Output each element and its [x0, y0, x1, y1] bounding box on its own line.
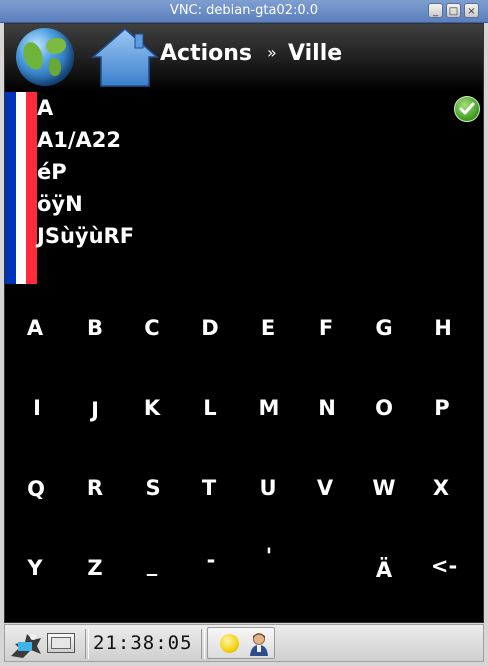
key[interactable]: I [7, 378, 67, 438]
list-item-label: A1/A22 [37, 128, 122, 152]
list-item[interactable] [5, 252, 483, 284]
globe-icon[interactable] [16, 28, 74, 86]
confirm-check-icon[interactable] [454, 96, 480, 122]
taskbar-separator [85, 629, 89, 659]
france-flag-icon [5, 156, 37, 188]
user-icon[interactable] [248, 632, 270, 656]
key[interactable]: F [296, 298, 356, 358]
home-icon[interactable] [91, 26, 159, 92]
key[interactable]: Ä [354, 540, 414, 600]
key[interactable]: B [65, 298, 125, 358]
key[interactable]: E [238, 298, 298, 358]
show-desktop-icon[interactable] [47, 633, 75, 653]
key[interactable]: H [413, 298, 473, 358]
key-underscore[interactable]: _ [122, 534, 182, 594]
list-item[interactable]: JSùÿùRF [5, 220, 483, 252]
key[interactable]: U [238, 458, 298, 518]
france-flag-icon [5, 220, 37, 252]
clock: 21:38:05 [93, 632, 193, 654]
list-item-label: A [37, 96, 54, 120]
key[interactable]: K [122, 378, 182, 438]
key-hyphen[interactable]: - [181, 530, 241, 590]
key[interactable]: S [123, 458, 183, 518]
header-toolbar: Actions » Ville [5, 24, 483, 92]
list-item-label: éP [37, 160, 67, 184]
list-item[interactable]: öÿN [5, 188, 483, 220]
key-backspace[interactable]: <- [414, 536, 474, 596]
france-flag-icon [5, 92, 37, 124]
light-bulb-icon[interactable] [220, 634, 239, 653]
key[interactable]: P [412, 378, 472, 438]
key[interactable]: Y [5, 538, 65, 598]
minimize-button[interactable]: _ [428, 3, 443, 18]
breadcrumb-separator: » [267, 43, 277, 62]
key[interactable]: G [354, 298, 414, 358]
key[interactable]: N [297, 378, 357, 438]
key[interactable]: V [295, 458, 355, 518]
key[interactable]: X [411, 458, 471, 518]
key[interactable]: D [180, 298, 240, 358]
breadcrumb-actions[interactable]: Actions [160, 41, 252, 66]
key[interactable]: W [354, 458, 414, 518]
key-space[interactable] [296, 538, 356, 598]
key-apostrophe[interactable]: ' [239, 526, 299, 586]
key[interactable]: M [239, 378, 299, 438]
list-item-label: öÿN [37, 192, 83, 216]
list-item[interactable]: A [5, 92, 483, 124]
france-flag-icon [5, 252, 37, 284]
taskbar-separator [201, 629, 205, 659]
on-screen-keyboard: A B C D E F G H I J K L M N O P Q R S T … [5, 298, 483, 618]
close-button[interactable]: × [464, 3, 479, 18]
key[interactable]: R [65, 458, 125, 518]
key[interactable]: Q [6, 459, 66, 519]
key[interactable]: A [5, 298, 65, 358]
breadcrumb-current: Ville [288, 41, 343, 66]
navit-app: Actions » Ville A A1/A22 éP öÿN JSùÿùRF [4, 23, 484, 623]
window-title: VNC: debian-gta02:0.0 [169, 3, 319, 18]
key[interactable]: J [65, 380, 125, 440]
list-item[interactable]: éP [5, 156, 483, 188]
list-item[interactable]: A1/A22 [5, 124, 483, 156]
town-list: A A1/A22 éP öÿN JSùÿùRF [5, 92, 483, 288]
france-flag-icon [5, 188, 37, 220]
key[interactable]: Z [65, 538, 125, 598]
system-tray [207, 627, 275, 659]
key[interactable]: T [179, 458, 239, 518]
list-item-label: JSùÿùRF [37, 224, 135, 248]
window-titlebar: VNC: debian-gta02:0.0 _ □ × [0, 0, 488, 23]
france-flag-icon [5, 124, 37, 156]
key[interactable]: O [354, 378, 414, 438]
key[interactable]: L [180, 378, 240, 438]
key[interactable]: C [122, 298, 182, 358]
maximize-button[interactable]: □ [446, 3, 461, 18]
bug-reporter-icon[interactable] [9, 628, 43, 664]
taskbar: 21:38:05 [4, 624, 484, 662]
